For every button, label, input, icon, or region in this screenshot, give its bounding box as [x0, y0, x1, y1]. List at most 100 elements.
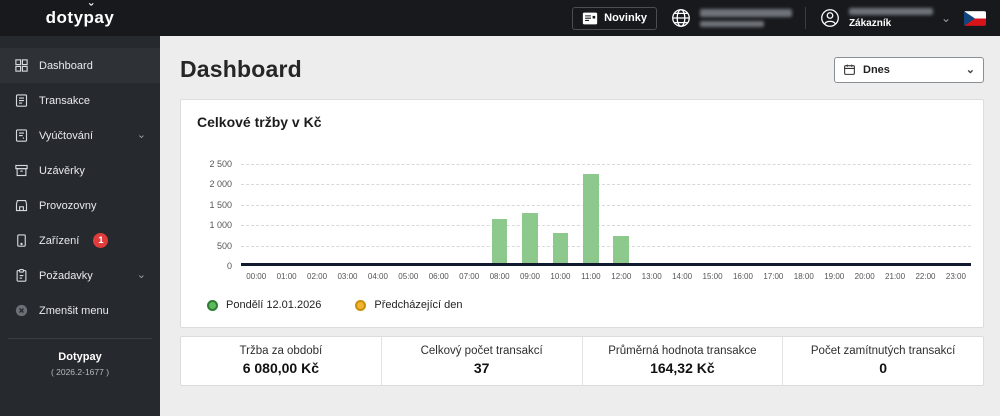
- y-tick-label: 1 000: [209, 220, 232, 231]
- bar[interactable]: [491, 218, 508, 263]
- bar[interactable]: [582, 173, 599, 263]
- bar-slot-03:00: [332, 164, 362, 263]
- sidebar-item-label: Transakce: [39, 94, 90, 107]
- x-tick-label: 14:00: [672, 272, 693, 281]
- app-window: dotypay ˇ Novinky Zákazník ⌄ Dashboard T…: [0, 0, 1000, 416]
- bar[interactable]: [613, 236, 630, 263]
- x-tick-label: 20:00: [854, 272, 875, 281]
- legend-dot-icon: [355, 299, 367, 311]
- x-tick-label: 11:00: [581, 272, 601, 281]
- page-header: Dashboard Dnes ⌄: [180, 56, 984, 83]
- bar-slot-19:00: [819, 164, 849, 263]
- y-tick-label: 2 500: [209, 159, 232, 169]
- x-axis-line: [241, 263, 971, 266]
- legend-label: Pondělí 12.01.2026: [226, 299, 322, 311]
- stat-label: Počet zamítnutých transakcí: [810, 345, 956, 357]
- collapse-icon: [14, 303, 29, 318]
- stat-cell: Celkový počet transakcí 37: [380, 337, 582, 385]
- bar-slot-21:00: [880, 164, 910, 263]
- legend-item: Pondělí 12.01.2026: [207, 299, 321, 311]
- x-tick-label: 04:00: [367, 272, 388, 281]
- transactions-icon: [14, 93, 29, 108]
- bar-slot-10:00: [545, 164, 575, 263]
- flag-czech[interactable]: [964, 10, 986, 26]
- news-button[interactable]: Novinky: [572, 6, 657, 30]
- bar-slot-00:00: [241, 164, 271, 263]
- y-tick-label: 1 500: [209, 199, 232, 210]
- stat-label: Tržba za období: [239, 345, 323, 357]
- main-content: Dashboard Dnes ⌄ Celkové tržby v Kč 0 500…: [160, 36, 1000, 416]
- legend-dot-icon: [207, 299, 218, 311]
- chevron-down-icon: ⌄: [136, 269, 146, 281]
- sidebar-item-label: Provozovny: [39, 199, 97, 212]
- bar-slot-12:00: [606, 164, 636, 263]
- x-tick-label: 08:00: [489, 272, 510, 281]
- sidebar-item-label: Zmenšit menu: [39, 304, 109, 317]
- sidebar-item-label: Vyúčtování: [39, 129, 94, 142]
- chart-x-axis: 00:00 01:00 02:00 03:00 04:00 05:00 06:00 07:00…: [241, 272, 971, 281]
- chart-y-axis: 0 500 1 000 1 500 2 000 2 500: [197, 159, 241, 271]
- stat-cell: Tržba za období 6 080,00 Kč: [181, 337, 381, 385]
- chart-title: Celkové tržby v Kč: [197, 114, 322, 130]
- x-tick-label: 01:00: [276, 272, 297, 281]
- x-tick-label: 13:00: [641, 272, 662, 281]
- calendar-icon: [844, 64, 855, 75]
- x-tick-label: 17:00: [763, 272, 784, 281]
- x-tick-label: 03:00: [337, 272, 358, 281]
- x-tick-label: 05:00: [398, 272, 419, 281]
- x-tick-label: 12:00: [611, 272, 632, 281]
- x-tick-label: 22:00: [915, 272, 936, 281]
- bar[interactable]: [522, 212, 538, 263]
- sidebar-item-zarizeni[interactable]: Zařízení 1: [0, 223, 160, 258]
- sidebar-item-label: Požadavky: [39, 269, 93, 282]
- date-filter-value: Dnes: [863, 63, 890, 76]
- date-filter-select[interactable]: Dnes ⌄: [834, 56, 984, 83]
- bar-slot-11:00: [576, 164, 606, 263]
- legend-item: Předcházející den: [355, 299, 462, 311]
- bar-series: [241, 164, 971, 263]
- dashboard-icon: [14, 58, 29, 73]
- stat-cell: Průměrná hodnota transakce 164,32 Kč: [581, 337, 783, 385]
- chevron-down-icon: ⌄: [965, 64, 975, 76]
- bar-slot-08:00: [484, 164, 514, 263]
- devices-icon: [14, 233, 29, 248]
- stat-value: 6 080,00 Kč: [242, 360, 320, 376]
- closures-icon: [14, 163, 29, 178]
- user-menu[interactable]: Zákazník ⌄: [819, 7, 951, 29]
- sidebar-item-uzaverky[interactable]: Uzávěrky: [0, 153, 160, 188]
- sidebar-divider: [8, 338, 152, 339]
- sidebar-item-pozadavky[interactable]: Požadavky ⌄: [0, 258, 160, 293]
- x-tick-label: 15:00: [702, 272, 723, 281]
- requests-icon: [14, 268, 29, 283]
- x-tick-label: 16:00: [732, 272, 753, 281]
- sidebar-item-transakce[interactable]: Transakce: [0, 83, 160, 118]
- logo-accent: ˇ: [88, 1, 94, 16]
- chart-legend: Pondělí 12.01.2026 Předcházející den: [207, 299, 971, 311]
- dotypay-logo[interactable]: dotypay ˇ: [46, 1, 115, 28]
- chart-plot-area: [241, 164, 971, 266]
- x-tick-label: 10:00: [550, 272, 571, 281]
- language-selector[interactable]: [670, 7, 792, 29]
- chart: 0 500 1 000 1 500 2 000 2 500: [197, 159, 971, 271]
- user-icon: [821, 9, 839, 27]
- sidebar-item-dashboard[interactable]: Dashboard: [0, 48, 160, 83]
- x-tick-label: 00:00: [246, 272, 267, 281]
- globe-icon: [672, 9, 690, 27]
- sidebar-item-label: Dashboard: [39, 59, 93, 72]
- billing-icon: [14, 128, 29, 143]
- bar-slot-06:00: [424, 164, 454, 263]
- topbar: dotypay ˇ Novinky Zákazník ⌄: [0, 0, 1000, 36]
- bar-slot-15:00: [697, 164, 727, 263]
- logo-area: dotypay ˇ: [0, 1, 160, 28]
- bar[interactable]: [552, 232, 569, 263]
- legend-label: Předcházející den: [374, 299, 463, 311]
- y-tick-label: 2 000: [209, 179, 232, 190]
- notification-badge: 1: [93, 233, 109, 248]
- news-label: Novinky: [604, 12, 647, 24]
- sidebar-item-vyuctovani[interactable]: Vyúčtování ⌄: [0, 118, 160, 153]
- x-tick-label: 06:00: [428, 272, 449, 281]
- x-tick-label: 23:00: [945, 272, 966, 281]
- bar-slot-20:00: [849, 164, 879, 263]
- sidebar-item-zmensit-menu[interactable]: Zmenšit menu: [0, 293, 160, 328]
- sidebar-item-provozovny[interactable]: Provozovny: [0, 188, 160, 223]
